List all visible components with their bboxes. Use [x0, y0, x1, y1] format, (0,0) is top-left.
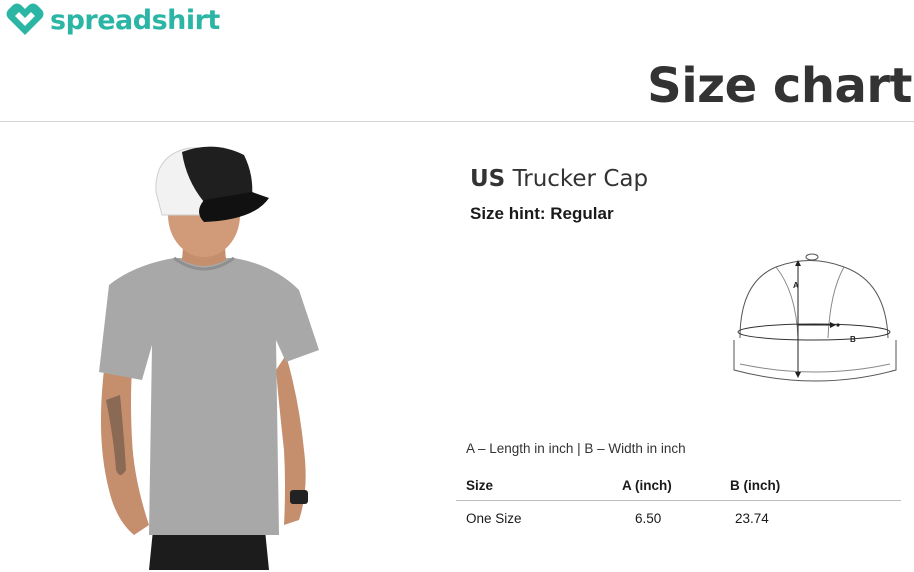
- heart-diamond-icon: [6, 3, 44, 35]
- header-size: Size: [456, 472, 622, 501]
- cell-size: One Size: [466, 510, 522, 526]
- model-photo: [54, 140, 354, 570]
- cap-measurement-diagram: A B: [733, 253, 897, 382]
- diagram-label-a: A: [793, 281, 799, 290]
- product-country: US: [470, 166, 506, 192]
- size-hint: Size hint: Regular: [470, 204, 614, 223]
- header-a: A (inch): [622, 472, 730, 501]
- table-row: One Size 6.50 23.74: [456, 500, 901, 536]
- diagram-label-b: B: [850, 335, 856, 344]
- brand-name: spreadshirt: [50, 4, 220, 36]
- measurement-legend: A – Length in inch | B – Width in inch: [466, 441, 686, 456]
- header-divider: [0, 121, 914, 122]
- product-name: Trucker Cap: [512, 166, 649, 192]
- table-header-row: Size A (inch) B (inch): [456, 472, 901, 501]
- spreadshirt-logo[interactable]: spreadshirt: [4, 2, 220, 38]
- page-title: Size chart: [647, 58, 912, 114]
- cell-a: 6.50: [635, 510, 662, 526]
- product-title: US Trucker Cap: [470, 166, 648, 192]
- cell-b: 23.74: [735, 510, 769, 526]
- header-b: B (inch): [730, 472, 901, 501]
- size-table: Size A (inch) B (inch) One Size 6.50 23.…: [456, 472, 901, 536]
